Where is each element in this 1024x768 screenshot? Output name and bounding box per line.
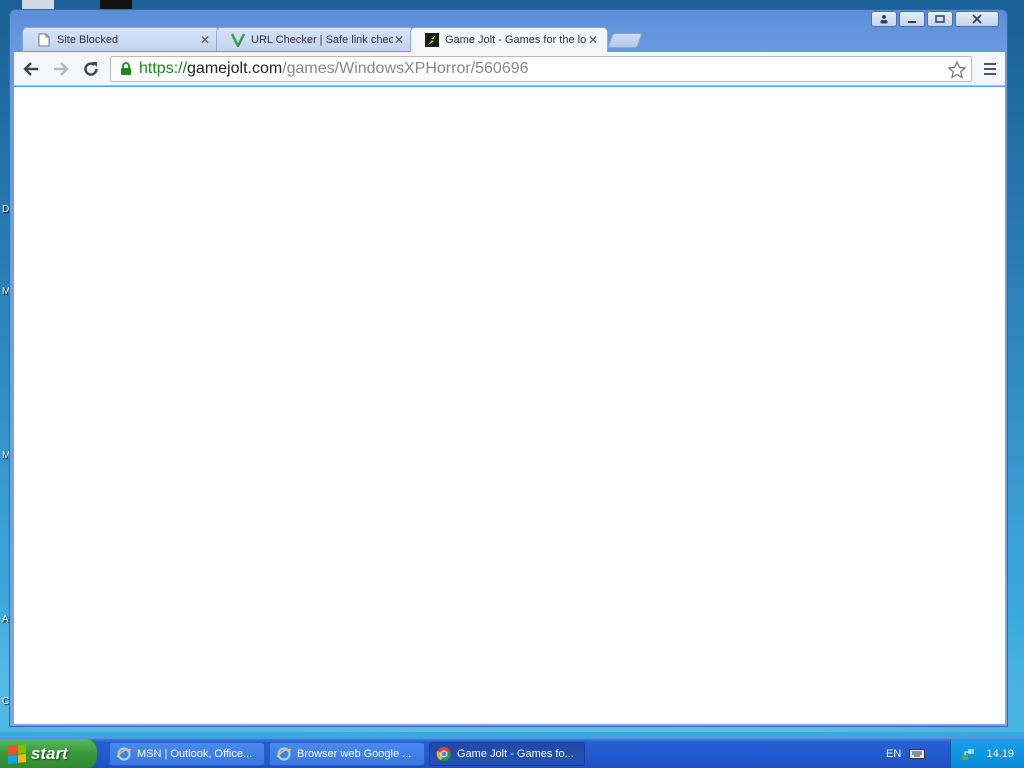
address-bar[interactable]: https://gamejolt.com/games/WindowsXPHorr… (110, 56, 972, 82)
url-scheme: https:// (139, 60, 188, 77)
taskbar-item-label: Game Jolt - Games fo... (457, 747, 574, 760)
tab-game-jolt[interactable]: Game Jolt - Games for the lo ✕ (410, 27, 608, 52)
bookmark-star-icon[interactable] (947, 60, 967, 80)
back-button[interactable] (18, 56, 44, 82)
close-button[interactable] (955, 11, 999, 27)
close-tab-icon[interactable]: ✕ (199, 34, 211, 46)
start-label: start (31, 743, 68, 763)
browser-toolbar: https://gamejolt.com/games/WindowsXPHorr… (14, 52, 1005, 86)
new-tab-button[interactable] (607, 33, 643, 48)
maximize-button[interactable] (927, 11, 953, 27)
chrome-icon (436, 746, 452, 762)
desktop-icon-label: A (2, 614, 9, 625)
taskbar: start MSN | Outlook, Office... Browser w… (0, 738, 1024, 768)
restore-icon (935, 15, 945, 23)
url-host: gamejolt.com (187, 60, 283, 77)
profile-button[interactable] (871, 11, 897, 27)
page-icon (37, 33, 51, 47)
tab-site-blocked[interactable]: Site Blocked ✕ (22, 27, 220, 51)
url-text: https://gamejolt.com/games/WindowsXPHorr… (139, 60, 529, 78)
hamburger-icon-bar (984, 68, 996, 70)
hamburger-icon-bar (984, 73, 996, 75)
browser-window: Site Blocked ✕ URL Checker | Safe link c… (9, 9, 1008, 727)
close-icon (972, 14, 982, 24)
minimize-button[interactable] (899, 11, 925, 27)
reload-button[interactable] (78, 56, 104, 82)
tab-strip: Site Blocked ✕ URL Checker | Safe link c… (22, 27, 662, 52)
gamejolt-icon (425, 33, 439, 47)
reload-icon (84, 61, 98, 76)
language-label: EN (886, 748, 902, 760)
lock-icon[interactable] (117, 60, 135, 78)
close-tab-icon[interactable]: ✕ (587, 34, 599, 46)
forward-arrow-icon (54, 61, 69, 76)
window-controls (871, 11, 999, 27)
taskbar-item-label: MSN | Outlook, Office... (137, 747, 253, 760)
network-icon[interactable] (960, 746, 976, 762)
ie-icon (276, 746, 292, 762)
windows-logo-icon (8, 743, 26, 764)
tab-url-checker[interactable]: URL Checker | Safe link chec ✕ (216, 27, 414, 51)
page-content[interactable] (14, 87, 1005, 724)
taskbar-item-label: Browser web Google ... (297, 747, 412, 760)
keyboard-icon[interactable] (909, 748, 926, 760)
menu-button[interactable] (979, 58, 1001, 80)
taskbar-item-msn[interactable]: MSN | Outlook, Office... (109, 741, 265, 766)
tab-title: URL Checker | Safe link chec (251, 33, 393, 46)
close-tab-icon[interactable]: ✕ (393, 34, 405, 46)
minimize-icon (908, 21, 916, 23)
back-arrow-icon (23, 61, 38, 76)
person-icon (880, 15, 888, 24)
taskbar-item-game-jolt[interactable]: Game Jolt - Games fo... (429, 741, 585, 766)
url-path: /games/WindowsXPHorror/560696 (282, 60, 529, 77)
hamburger-icon (984, 63, 996, 65)
system-tray: 14.19 (950, 739, 1024, 768)
forward-button[interactable] (48, 56, 74, 82)
tab-title: Site Blocked (57, 33, 119, 46)
ie-icon (116, 746, 132, 762)
taskbar-item-browser-web[interactable]: Browser web Google ... (269, 741, 425, 766)
start-button[interactable]: start (0, 738, 97, 768)
v-logo-icon (231, 32, 245, 47)
clock[interactable]: 14.19 (986, 748, 1014, 760)
tab-title: Game Jolt - Games for the lo (445, 34, 587, 46)
language-indicator[interactable]: EN (886, 739, 926, 768)
